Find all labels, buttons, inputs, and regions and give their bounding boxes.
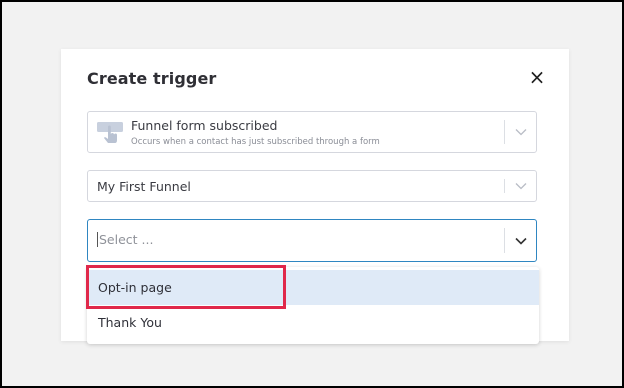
screenshot-frame: Create trigger × Funnel form subscribed …: [0, 0, 624, 388]
hand-pointer-icon: [97, 121, 123, 145]
funnel-select-value: My First Funnel: [97, 179, 191, 194]
option-thank-you[interactable]: Thank You: [87, 305, 539, 340]
modal-title: Create trigger: [87, 69, 217, 88]
trigger-type-description: Occurs when a contact has just subscribe…: [131, 137, 380, 147]
close-icon[interactable]: ×: [527, 67, 547, 87]
page-select-input[interactable]: Select ...: [97, 232, 153, 247]
chevron-down-icon[interactable]: [505, 171, 536, 201]
funnel-select[interactable]: My First Funnel: [87, 170, 537, 202]
trigger-type-select[interactable]: Funnel form subscribed Occurs when a con…: [87, 111, 537, 153]
chevron-down-icon[interactable]: [505, 220, 536, 261]
trigger-type-title: Funnel form subscribed: [131, 118, 278, 133]
create-trigger-modal: Create trigger × Funnel form subscribed …: [61, 49, 569, 344]
chevron-down-icon[interactable]: [505, 112, 536, 152]
page-select[interactable]: Select ...: [87, 219, 537, 262]
option-opt-in-page[interactable]: Opt-in page: [87, 270, 539, 305]
page-select-menu: Opt-in page Thank You: [87, 267, 539, 344]
